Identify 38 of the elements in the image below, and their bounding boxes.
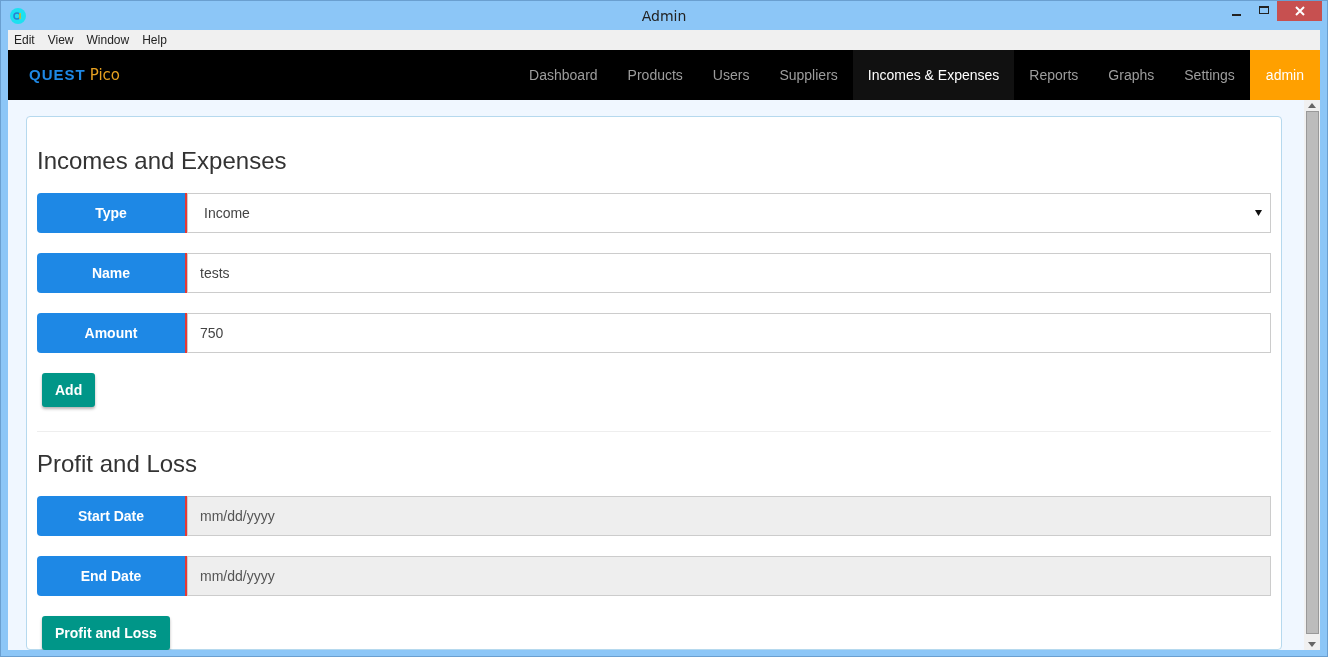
nav-link[interactable]: Suppliers xyxy=(764,50,853,100)
nav-link[interactable]: Reports xyxy=(1014,50,1094,100)
brand-logo-subtext: Pico xyxy=(89,66,120,84)
field-label: Type xyxy=(37,193,187,233)
nav-link[interactable]: Dashboard xyxy=(514,50,613,100)
type-dropdown[interactable]: Income xyxy=(187,193,1271,233)
menu-item[interactable]: Window xyxy=(86,33,137,47)
input-field[interactable]: tests xyxy=(187,253,1271,293)
window-title: Admin xyxy=(641,7,687,24)
scroll-up-icon[interactable] xyxy=(1308,103,1316,108)
minimize-icon xyxy=(1232,13,1241,16)
menu-item[interactable]: Edit xyxy=(14,33,42,47)
scroll-down-icon[interactable] xyxy=(1308,642,1316,647)
section-heading: Incomes and Expenses xyxy=(37,147,288,175)
submit-button[interactable]: Profit and Loss xyxy=(42,616,170,650)
field-label: End Date xyxy=(37,556,187,596)
submit-button[interactable]: Add xyxy=(42,373,96,407)
input-field[interactable]: 750 xyxy=(187,313,1271,353)
close-button[interactable] xyxy=(1277,1,1322,21)
nav-link[interactable]: Products xyxy=(612,50,698,100)
nav-link[interactable]: Graphs xyxy=(1093,50,1170,100)
section-heading: Profit and Loss xyxy=(37,450,199,478)
caret-icon xyxy=(1255,210,1262,216)
brand-logo-text: QUEST xyxy=(29,66,86,83)
field-label: Amount xyxy=(37,313,187,353)
date-field[interactable]: mm/dd/yyyy xyxy=(187,496,1271,536)
nav-link[interactable]: Users xyxy=(697,50,765,100)
menu-item[interactable]: Help xyxy=(142,33,174,47)
field-label: Start Date xyxy=(37,496,187,536)
app-icon xyxy=(10,7,26,24)
nav-link[interactable]: Incomes & Expenses xyxy=(852,50,1015,100)
close-icon xyxy=(1294,6,1305,16)
date-field[interactable]: mm/dd/yyyy xyxy=(187,556,1271,596)
menu-item[interactable]: View xyxy=(47,33,81,47)
field-label: Name xyxy=(37,253,187,293)
maximize-icon xyxy=(1258,6,1269,16)
nav-link[interactable]: Settings xyxy=(1169,50,1250,100)
scrollbar-thumb[interactable] xyxy=(1305,111,1319,634)
